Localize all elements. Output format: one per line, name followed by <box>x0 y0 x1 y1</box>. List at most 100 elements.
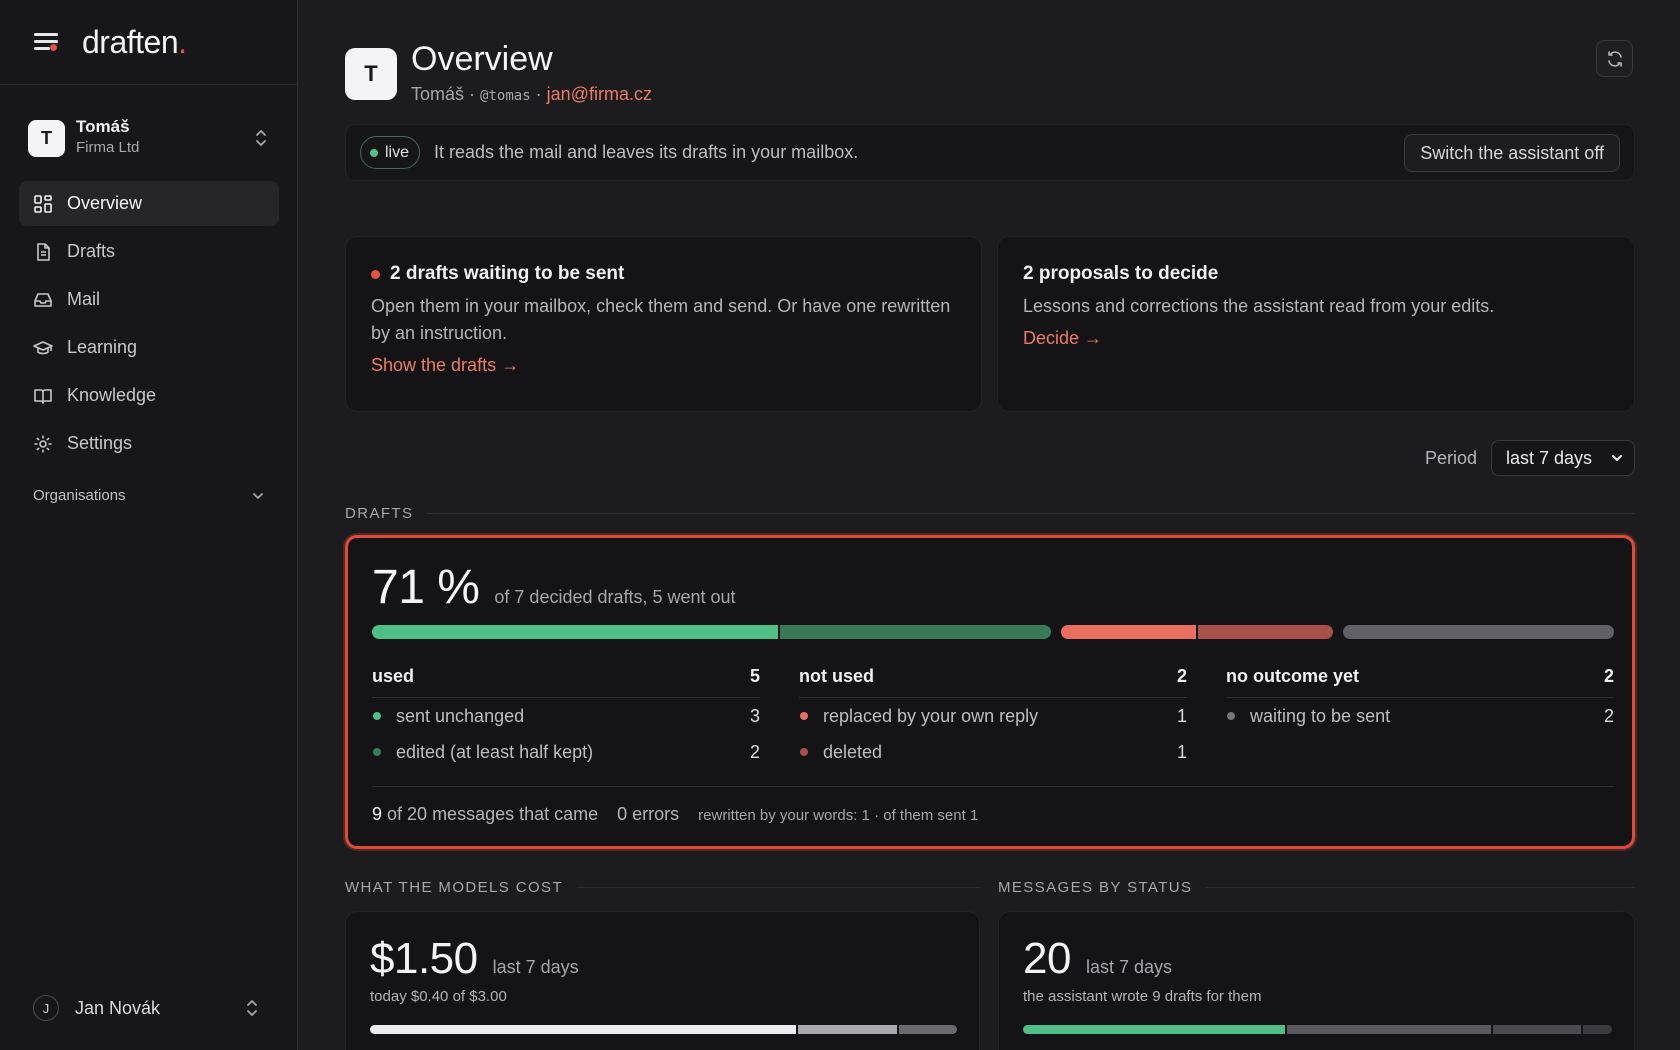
user-name: Jan Novák <box>75 997 161 1018</box>
used-column: used 5 sent unchanged 3 edited (at least h… <box>372 656 760 770</box>
breakdown-row: deleted 1 <box>799 734 1187 770</box>
period-selected-value: last 7 days <box>1506 447 1593 468</box>
bar-segment <box>780 625 1051 639</box>
brand-logo[interactable]: draften. <box>82 24 187 61</box>
bar-segment <box>1582 1025 1612 1034</box>
cost-card: $1.50 last 7 days today $0.40 of $3.00 <box>345 911 980 1050</box>
drafts-outcome-bar <box>372 625 1614 639</box>
bar-segment <box>370 1025 796 1034</box>
dot-icon <box>1227 712 1235 720</box>
file-icon <box>37 242 50 261</box>
refresh-button[interactable] <box>1596 40 1633 77</box>
sidebar-item-knowledge[interactable]: Knowledge <box>19 373 279 418</box>
proposals-title: 2 proposals to decide <box>1023 263 1219 284</box>
breakdown-row: waiting to be sent 2 <box>1226 698 1614 734</box>
drafts-section-heading: DRAFTS <box>345 505 1635 522</box>
header-handle: @tomas <box>480 88 531 104</box>
page-title: Overview <box>411 40 553 78</box>
grid-icon <box>34 194 52 213</box>
sidebar-item-overview[interactable]: Overview <box>19 181 279 226</box>
graduation-cap-icon <box>33 340 53 354</box>
account-switcher[interactable]: T Tomáš Firma Ltd <box>28 117 272 158</box>
chevron-updown-icon <box>256 130 266 146</box>
drafts-stats-card: 71 % of 7 decided drafts, 5 went out use… <box>345 535 1635 849</box>
status-badge: live <box>360 136 421 169</box>
header-name: Tomáš <box>411 84 465 104</box>
sidebar-item-label: Mail <box>67 289 101 309</box>
sidebar-item-mail[interactable]: Mail <box>19 277 279 322</box>
drafts-footer: 9 of 20 messages that came 0 errors rewr… <box>372 804 978 825</box>
dot-icon <box>373 712 381 720</box>
bar-segment <box>1343 625 1614 639</box>
show-drafts-link[interactable]: Show the drafts → <box>371 355 956 376</box>
user-avatar: J <box>33 995 59 1021</box>
sidebar-item-label: Drafts <box>67 241 116 261</box>
cost-today: today $0.40 of $3.00 <box>370 988 507 1005</box>
bar-segment <box>898 1025 957 1034</box>
column-total: 2 <box>1603 666 1614 686</box>
chevron-updown-icon <box>247 1000 257 1016</box>
divider <box>372 786 1614 787</box>
book-icon <box>34 388 52 404</box>
menu-icon[interactable] <box>32 30 60 54</box>
sidebar: draften. T Tomáš Firma Ltd Overview Draf… <box>0 0 298 1050</box>
sidebar-item-drafts[interactable]: Drafts <box>19 229 279 274</box>
messages-count: 9 of 20 messages that came <box>372 804 599 824</box>
dot-icon <box>800 748 808 756</box>
breakdown-row: replaced by your own reply 1 <box>799 698 1187 734</box>
bar-segment <box>1493 1025 1581 1034</box>
sidebar-item-learning[interactable]: Learning <box>19 325 279 370</box>
bar-segment <box>1287 1025 1492 1034</box>
no-outcome-column: no outcome yet 2 waiting to be sent 2 <box>1226 656 1614 734</box>
messages-bar <box>1023 1025 1612 1034</box>
brand: draften. <box>0 0 297 85</box>
proposals-text: Lessons and corrections the assistant re… <box>1023 296 1495 316</box>
cost-bar <box>370 1025 957 1034</box>
period-label: Period <box>1424 447 1477 468</box>
status-text: It reads the mail and leaves its drafts … <box>434 142 859 162</box>
dot-icon <box>373 748 381 756</box>
bar-segment <box>1023 1025 1286 1034</box>
column-total: 2 <box>1176 666 1187 686</box>
period-select[interactable]: last 7 days <box>1491 440 1635 476</box>
assistant-status-bar: live It reads the mail and leaves its dr… <box>345 124 1635 181</box>
account-name: Tomáš <box>76 117 130 136</box>
column-label: used <box>372 666 415 686</box>
errors-count: 0 errors <box>617 804 680 824</box>
drafts-waiting-title: 2 drafts waiting to be sent <box>371 263 956 285</box>
rewritten-stats: rewritten by your words: 1 · of them sen… <box>698 807 979 824</box>
column-label: no outcome yet <box>1226 666 1360 686</box>
breakdown-row: edited (at least half kept) 2 <box>372 734 760 770</box>
user-menu[interactable]: J Jan Novák <box>33 994 265 1022</box>
period-filter: Period last 7 days <box>1425 440 1635 476</box>
page-header: T Overview Tomáš · @tomas · jan@firma.cz <box>345 40 1635 110</box>
cost-section-heading: WHAT THE MODELS COST <box>345 879 980 896</box>
drafts-success-note: of 7 decided drafts, 5 went out <box>494 587 736 607</box>
sidebar-nav: Overview Drafts Mail Learning Knowledge … <box>19 181 279 469</box>
sidebar-item-label: Knowledge <box>67 385 157 405</box>
chevron-down-icon <box>1612 455 1622 461</box>
messages-card: 20 last 7 days the assistant wrote 9 dra… <box>998 911 1635 1050</box>
proposals-card: 2 proposals to decide Lessons and correc… <box>997 236 1635 412</box>
live-dot-icon <box>370 148 378 157</box>
header-email[interactable]: jan@firma.cz <box>547 84 652 104</box>
dot-icon <box>800 712 808 720</box>
drafts-waiting-text: Open them in your mailbox, check them an… <box>371 296 951 343</box>
messages-period: last 7 days <box>1085 957 1172 977</box>
inbox-icon <box>34 292 52 307</box>
bar-segment <box>372 625 778 639</box>
organisations-toggle[interactable]: Organisations <box>33 487 265 504</box>
sidebar-item-settings[interactable]: Settings <box>19 421 279 466</box>
decide-link[interactable]: Decide → <box>1023 328 1609 349</box>
refresh-icon <box>1607 50 1622 67</box>
organisations-label: Organisations <box>33 487 126 504</box>
bar-segment <box>797 1025 897 1034</box>
messages-total: 20 <box>1023 934 1071 983</box>
drafts-waiting-card: 2 drafts waiting to be sent Open them in… <box>345 236 982 412</box>
column-total: 5 <box>749 666 760 686</box>
breakdown-row: sent unchanged 3 <box>372 698 760 734</box>
page-subtitle: Tomáš · @tomas · jan@firma.cz <box>411 84 652 104</box>
alert-dot-icon <box>371 269 380 279</box>
switch-assistant-off-button[interactable]: Switch the assistant off <box>1404 134 1620 172</box>
not-used-column: not used 2 replaced by your own reply 1 de… <box>799 656 1187 770</box>
